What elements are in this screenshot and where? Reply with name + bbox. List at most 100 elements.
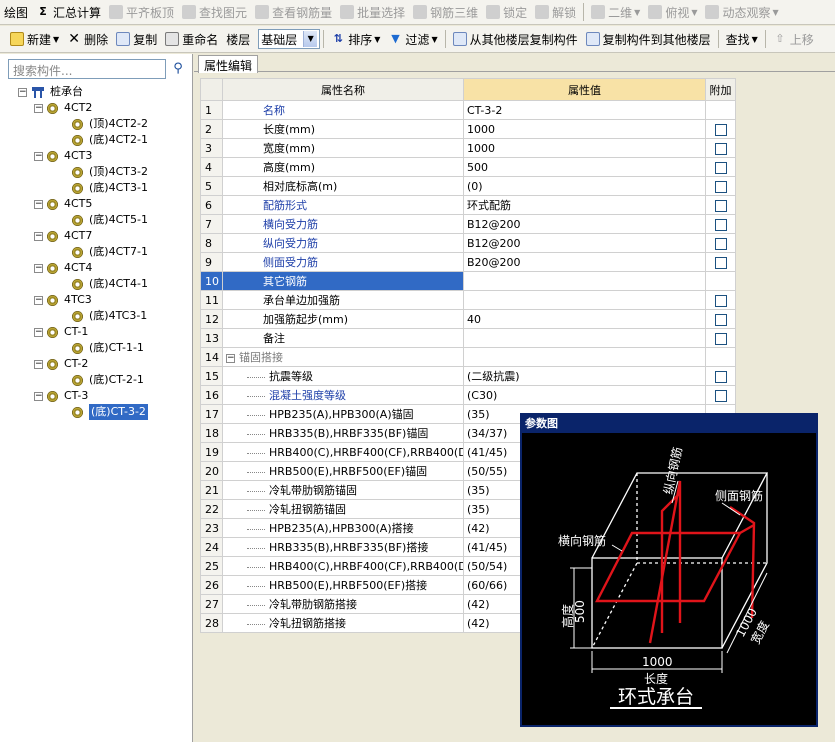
property-value[interactable]: (C30) [463,385,706,405]
rebar-3d-button[interactable]: 钢筋三维 [409,1,482,23]
property-row[interactable]: 2 长度(mm) 1000 [200,119,736,139]
property-row[interactable]: 16 混凝土强度等级 (C30) [200,385,736,405]
extra-checkbox[interactable] [714,370,727,383]
find-button[interactable]: 查找 ▼ [722,28,762,50]
tree-leaf-node[interactable]: (底)4CT5-1 [72,212,148,228]
collapse-toggle[interactable]: − [34,103,43,113]
collapse-toggle[interactable]: − [34,231,43,241]
property-value[interactable]: B12@200 [463,233,706,253]
tree-group-node[interactable]: − 4CT2 [34,100,92,116]
tree-leaf-node[interactable]: (底)CT-1-1 [72,340,144,356]
tree-leaf-node[interactable]: (底)CT-2-1 [72,372,144,388]
property-row[interactable]: 6 配筋形式 环式配筋 [200,195,736,215]
delete-button[interactable]: ✕ 删除 [63,28,112,50]
extra-checkbox[interactable] [714,332,727,345]
move-up-button[interactable]: ⇧ 上移 [769,28,818,50]
rename-button[interactable]: 重命名 [161,28,222,50]
property-row[interactable]: 7 横向受力筋 B12@200 [200,214,736,234]
collapse-toggle[interactable]: − [34,151,43,161]
property-row[interactable]: 8 纵向受力筋 B12@200 [200,233,736,253]
extra-checkbox[interactable] [714,256,727,269]
search-input[interactable]: 搜索构件... [8,59,166,79]
tab-property-edit[interactable]: 属性编辑 [198,55,259,73]
tree-node-root[interactable]: − 桩承台 [18,84,83,100]
property-row[interactable]: 11 承台单边加强筋 [200,290,736,310]
property-value[interactable] [463,271,706,291]
extra-checkbox[interactable] [714,180,727,193]
tree-leaf-node[interactable]: (底)4CT3-1 [72,180,148,196]
collapse-toggle[interactable]: − [34,359,43,369]
collapse-toggle[interactable]: − [34,263,43,273]
filter-button[interactable]: ▼ 过滤 ▼ [384,28,441,50]
collapse-toggle[interactable]: − [34,327,43,337]
view-rebar-button[interactable]: 查看钢筋量 [251,1,336,23]
extra-checkbox[interactable] [714,161,727,174]
top-view-dropdown[interactable]: 俯视 ▼ [644,1,701,23]
tree-leaf-node[interactable]: (底)4CT4-1 [72,276,148,292]
tree-leaf-node[interactable]: (顶)4CT3-2 [72,164,148,180]
collapse-toggle[interactable]: − [34,199,43,209]
extra-checkbox[interactable] [714,389,727,402]
tree-group-node[interactable]: − CT-3 [34,388,88,404]
copy-button[interactable]: 复制 [112,28,161,50]
tree-leaf-node[interactable]: (顶)4CT2-2 [72,116,148,132]
property-row[interactable]: 13 备注 [200,328,736,348]
property-value[interactable]: CT-3-2 [463,100,706,120]
sort-button[interactable]: ⇅ 排序 ▼ [327,28,384,50]
tree-group-node[interactable]: − CT-2 [34,356,88,372]
collapse-toggle[interactable]: − [18,87,27,97]
property-value[interactable]: (0) [463,176,706,196]
draw-button[interactable]: 绘图 [0,1,32,23]
extra-checkbox[interactable] [714,123,727,136]
tree-leaf-node[interactable]: (底)4TC3-1 [72,308,147,324]
property-row[interactable]: 3 宽度(mm) 1000 [200,138,736,158]
tree-leaf-node[interactable]: (底)4CT2-1 [72,132,148,148]
property-value[interactable]: 500 [463,157,706,177]
property-row[interactable]: 9 侧面受力筋 B20@200 [200,252,736,272]
property-row[interactable]: 14− 锚固搭接 [200,347,736,367]
property-row[interactable]: 1 名称 CT-3-2 [200,100,736,120]
property-row[interactable]: 10 其它钢筋 [200,271,736,291]
tree-group-node[interactable]: − CT-1 [34,324,88,340]
property-value[interactable] [463,290,706,310]
copy-from-floor-button[interactable]: 从其他楼层复制构件 [449,28,582,50]
extra-checkbox[interactable] [714,142,727,155]
property-value[interactable]: 40 [463,309,706,329]
lock-button[interactable]: 锁定 [482,1,531,23]
collapse-toggle[interactable]: − [34,391,43,401]
search-icon[interactable]: ⚲ [168,59,188,79]
property-row[interactable]: 5 相对底标高(m) (0) [200,176,736,196]
property-value[interactable]: B20@200 [463,252,706,272]
floor-select[interactable]: 基础层 ▼ [258,29,321,49]
property-value[interactable] [463,347,706,367]
property-value[interactable] [463,328,706,348]
view-2d-dropdown[interactable]: 二维 ▼ [587,1,644,23]
property-value[interactable]: B12@200 [463,214,706,234]
property-value[interactable]: 1000 [463,119,706,139]
collapse-toggle[interactable]: − [226,353,235,363]
tree-group-node[interactable]: − 4TC3 [34,292,92,308]
extra-checkbox[interactable] [714,313,727,326]
copy-to-floor-button[interactable]: 复制构件到其他楼层 [582,28,715,50]
property-row[interactable]: 15 抗震等级 (二级抗震) [200,366,736,386]
extra-checkbox[interactable] [714,218,727,231]
extra-checkbox[interactable] [714,237,727,250]
summary-calc-button[interactable]: Σ 汇总计算 [32,1,105,23]
tree-leaf-node[interactable]: (底)CT-3-2 [72,404,148,420]
tree-group-node[interactable]: − 4CT5 [34,196,92,212]
extra-checkbox[interactable] [714,199,727,212]
find-element-button[interactable]: 查找图元 [178,1,251,23]
property-value[interactable]: 1000 [463,138,706,158]
tree-group-node[interactable]: − 4CT7 [34,228,92,244]
unlock-button[interactable]: 解锁 [531,1,580,23]
property-value[interactable]: (二级抗震) [463,366,706,386]
collapse-toggle[interactable]: − [34,295,43,305]
flush-slab-top-button[interactable]: 平齐板顶 [105,1,178,23]
tree-group-node[interactable]: − 4CT3 [34,148,92,164]
property-row[interactable]: 4 高度(mm) 500 [200,157,736,177]
batch-select-button[interactable]: 批量选择 [336,1,409,23]
new-button[interactable]: 新建 ▼ [6,28,63,50]
extra-checkbox[interactable] [714,294,727,307]
tree-leaf-node[interactable]: (底)4CT7-1 [72,244,148,260]
tree-group-node[interactable]: − 4CT4 [34,260,92,276]
